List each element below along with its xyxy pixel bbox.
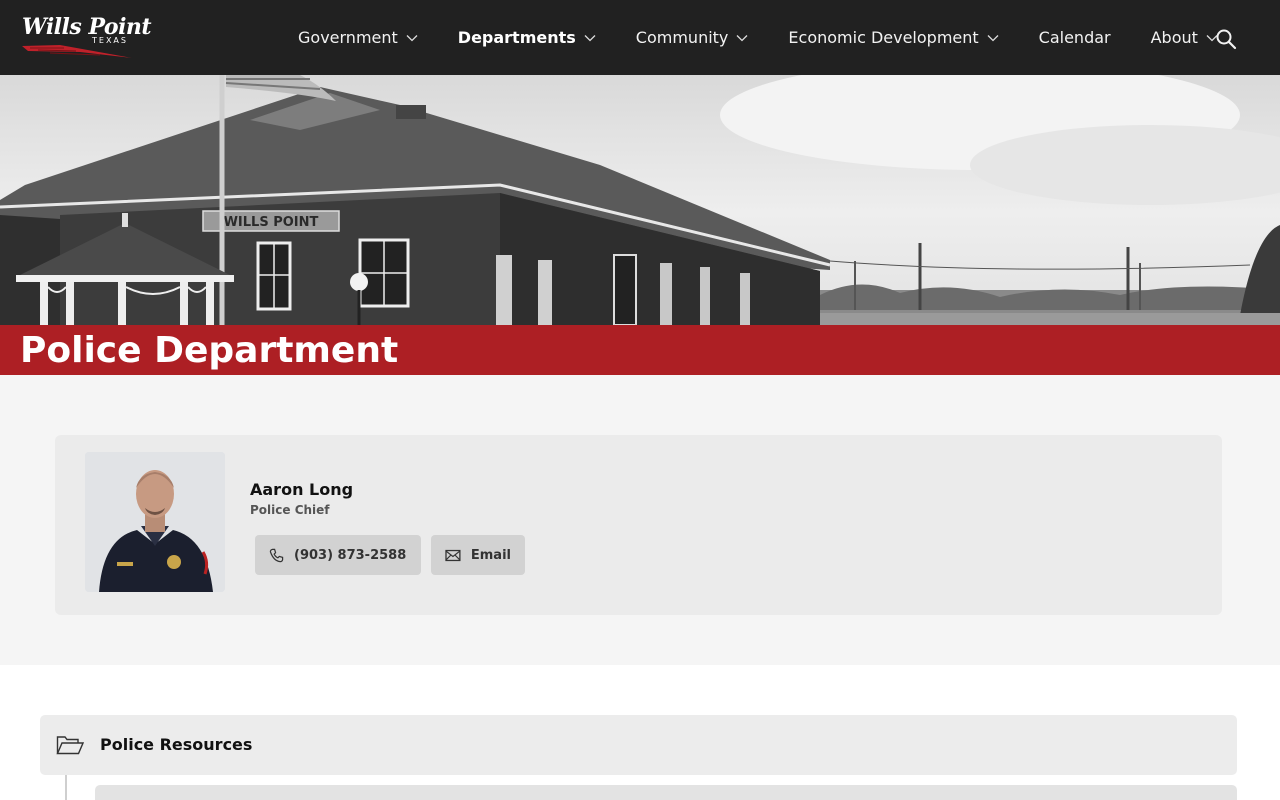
avatar [85, 452, 225, 592]
nav-label: Community [635, 28, 729, 47]
nav-label: Economic Development [788, 28, 979, 47]
staff-card: Aaron Long Police Chief (903) 873-2588 E… [55, 435, 1222, 615]
chevron-down-icon [584, 34, 596, 41]
logo-swoosh-icon [22, 45, 132, 58]
nav-government[interactable]: Government [298, 28, 418, 47]
nav-label: Calendar [1038, 28, 1111, 47]
phone-number: (903) 873-2588 [294, 547, 407, 563]
nav-label: Departments [457, 28, 576, 47]
resources-title: Police Resources [100, 735, 253, 754]
site-header: Wills Point TEXAS Government Departments… [0, 0, 1280, 75]
logo-text: Wills Point [22, 14, 152, 40]
folder-open-icon [56, 736, 84, 755]
envelope-icon [445, 549, 461, 561]
chevron-down-icon [736, 34, 748, 41]
main-nav: Government Departments Community Economi… [298, 0, 1258, 75]
nav-label: Government [298, 28, 398, 47]
nav-label: About [1150, 28, 1198, 47]
staff-photo [85, 452, 225, 592]
nav-departments[interactable]: Departments [458, 28, 596, 47]
page-title-bar: Police Department [0, 325, 1280, 375]
hero-image: WILLS POINT [0, 75, 1280, 325]
phone-icon [269, 548, 284, 562]
nav-about[interactable]: About [1151, 28, 1218, 47]
email-label: Email [470, 547, 511, 563]
chevron-down-icon [406, 34, 418, 41]
staff-name: Aaron Long [250, 480, 354, 499]
page-title: Police Department [20, 330, 399, 371]
police-resources-toggle[interactable]: Police Resources [40, 715, 1237, 775]
staff-role: Police Chief [250, 503, 330, 517]
nav-calendar[interactable]: Calendar [1039, 28, 1111, 47]
resource-subitem[interactable] [95, 785, 1237, 800]
nav-community[interactable]: Community [636, 28, 749, 47]
search-icon[interactable] [1215, 28, 1237, 50]
tree-connector-line [65, 775, 67, 800]
depot-illustration: WILLS POINT [0, 75, 1280, 325]
staff-section: Aaron Long Police Chief (903) 873-2588 E… [0, 375, 1280, 665]
depot-sign-text: WILLS POINT [224, 215, 319, 230]
email-button[interactable]: Email [431, 535, 525, 575]
chevron-down-icon [987, 34, 999, 41]
phone-button[interactable]: (903) 873-2588 [255, 535, 421, 575]
site-logo[interactable]: Wills Point TEXAS [20, 12, 152, 62]
nav-economic-development[interactable]: Economic Development [788, 28, 999, 47]
